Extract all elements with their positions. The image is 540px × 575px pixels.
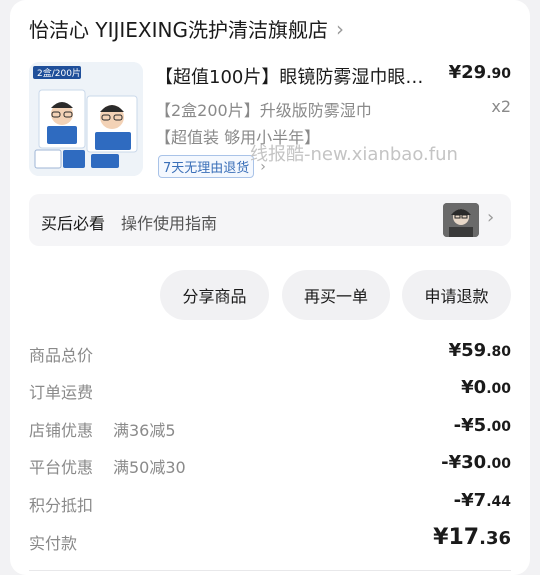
order-detail-card: 怡洁心 YIJIEXING洗护清洁旗舰店 › 2盒/200片 【超值100片】眼…: [10, 0, 530, 575]
summary-value-main: -¥30: [441, 452, 487, 473]
summary-value-decimal: .00: [486, 381, 511, 397]
guide-video-thumbnail[interactable]: [443, 203, 479, 237]
summary-value-main: ¥59: [448, 340, 487, 361]
summary-value-decimal: .44: [486, 494, 511, 510]
total-value-main: ¥17: [433, 525, 480, 550]
summary-row-shipping: 订单运费 ¥0.00: [29, 377, 511, 403]
summary-label: 店铺优惠: [29, 421, 94, 440]
product-quantity: x2: [491, 97, 511, 116]
summary-note: 满50减30: [113, 458, 186, 477]
product-price-main: ¥29: [448, 62, 487, 83]
product-price-decimal: .90: [486, 66, 511, 82]
summary-note: 满36减5: [113, 421, 176, 440]
summary-label: 积分抵扣: [29, 496, 94, 515]
guide-label: 买后必看: [41, 214, 106, 233]
product-image[interactable]: 2盒/200片: [29, 62, 143, 176]
summary-row-store-discount: 店铺优惠 满36减5 -¥5.00: [29, 415, 511, 441]
summary-label: 平台优惠: [29, 458, 94, 477]
request-refund-button[interactable]: 申请退款: [402, 270, 511, 320]
summary-value: -¥30.00: [441, 452, 511, 473]
watermark: 线报酷-new.xianbao.fun: [250, 144, 458, 165]
summary-value: ¥59.80: [449, 340, 511, 361]
store-header[interactable]: 怡洁心 YIJIEXING洗护清洁旗舰店 ›: [29, 14, 344, 43]
summary-value: -¥7.44: [454, 490, 511, 511]
summary-row-subtotal: 商品总价 ¥59.80: [29, 340, 511, 366]
summary-value: -¥5.00: [454, 415, 511, 436]
summary-value-decimal: .00: [486, 456, 511, 472]
product-image-illustration: 2盒/200片: [29, 62, 143, 176]
buy-again-button[interactable]: 再买一单: [282, 270, 390, 320]
summary-row-points-deduction: 积分抵扣 -¥7.44: [29, 490, 511, 516]
summary-value-main: -¥5: [453, 415, 487, 436]
summary-row-platform-discount: 平台优惠 满50减30 -¥30.00: [29, 452, 511, 478]
image-badge-text: 2盒/200片: [37, 67, 81, 79]
product-title[interactable]: 【超值100片】眼镜防雾湿巾眼镜布: [155, 63, 435, 89]
product-price: ¥29.90: [449, 62, 511, 83]
chevron-right-icon: ›: [487, 207, 495, 228]
store-name[interactable]: 怡洁心 YIJIEXING洗护清洁旗舰店: [29, 14, 328, 43]
summary-value-decimal: .80: [486, 344, 511, 360]
return-policy-badge[interactable]: 7天无理由退货: [158, 155, 255, 178]
summary-value: ¥0.00: [461, 377, 511, 398]
video-thumbnail-image: [443, 203, 479, 237]
total-value-decimal: .36: [479, 528, 511, 549]
summary-row-total-paid: 实付款 ¥17.36: [29, 525, 511, 554]
summary-value-main: -¥7: [453, 490, 487, 511]
summary-label: 订单运费: [29, 383, 94, 402]
chevron-right-icon: ›: [335, 16, 344, 41]
product-spec: 【2盒200片】升级版防雾湿巾: [155, 101, 372, 120]
usage-guide-row[interactable]: 买后必看 操作使用指南 ›: [29, 194, 511, 246]
total-label: 实付款: [29, 534, 78, 553]
summary-value-decimal: .00: [486, 419, 511, 435]
total-value: ¥17.36: [433, 525, 511, 550]
divider: [29, 570, 511, 571]
guide-text: 操作使用指南: [121, 214, 218, 233]
summary-value-main: ¥0: [461, 377, 487, 398]
share-product-button[interactable]: 分享商品: [160, 270, 269, 320]
summary-label: 商品总价: [29, 346, 94, 365]
